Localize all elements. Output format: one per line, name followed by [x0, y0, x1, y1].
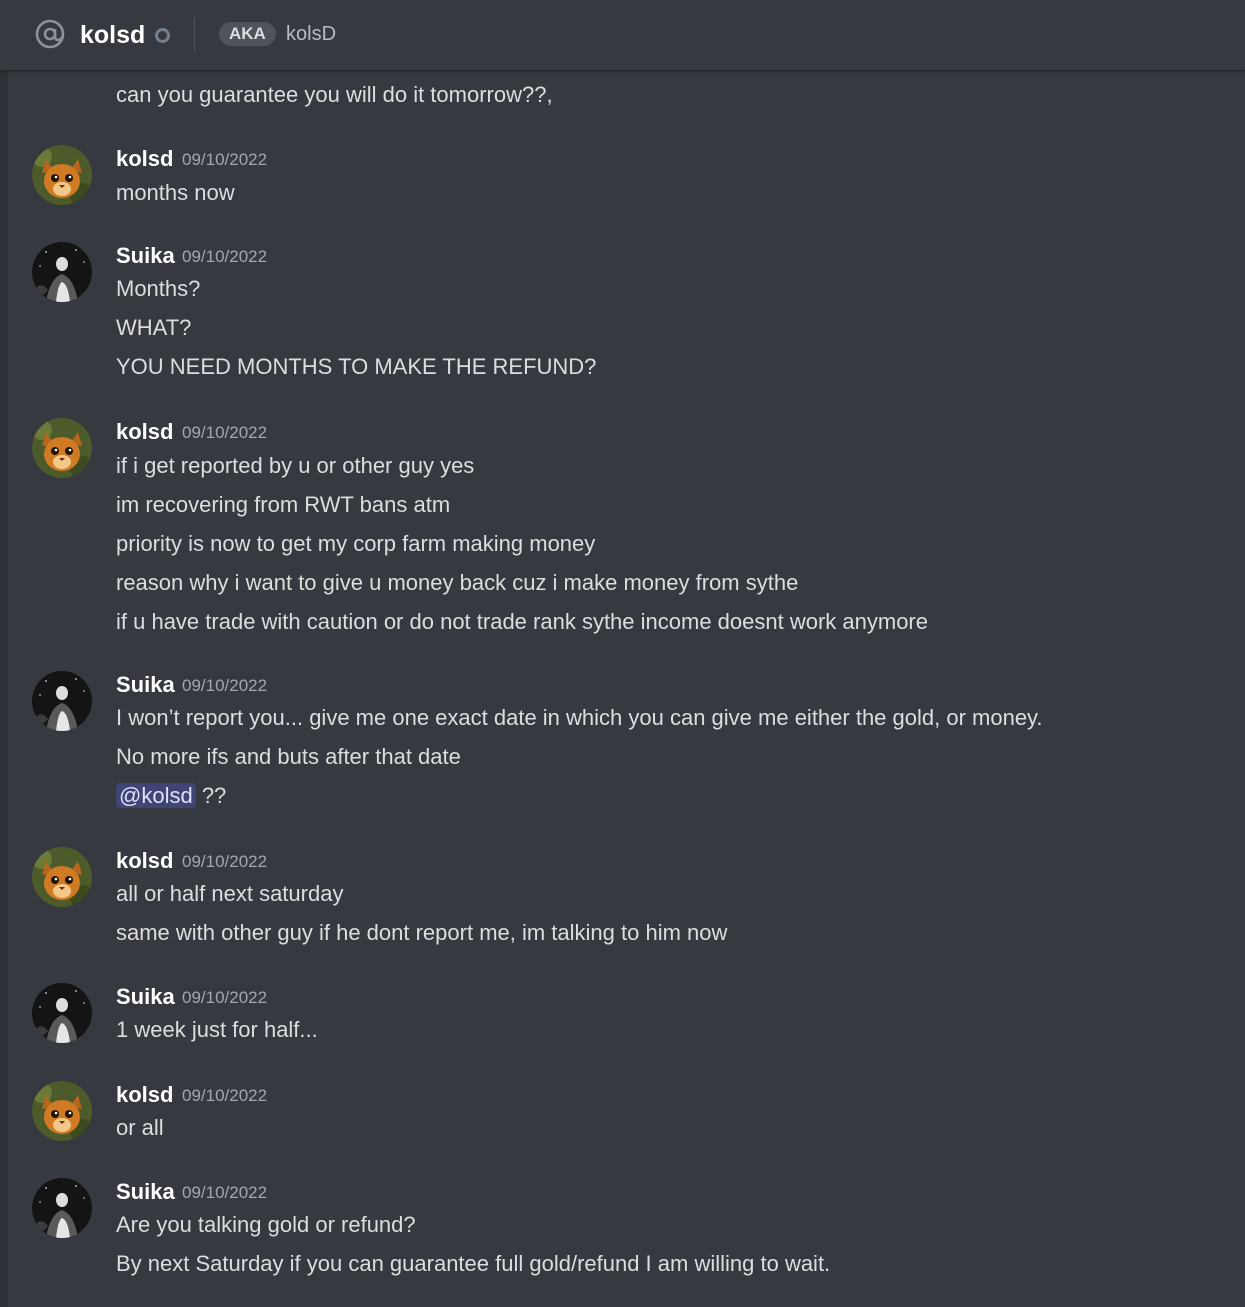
dm-header: kolsd AKA kolsD	[0, 0, 1245, 71]
person-avatar-icon	[32, 671, 92, 731]
cat-avatar-icon	[32, 1081, 92, 1141]
message-line: WHAT?	[116, 315, 192, 340]
message-author[interactable]: Suika	[116, 1178, 175, 1206]
mention-suffix-text: ??	[195, 783, 227, 808]
message-line: Months?	[116, 276, 201, 301]
message-line: By next Saturday if you can guarantee fu…	[116, 1251, 831, 1276]
message-line: or all	[116, 1115, 164, 1140]
message-line: No more ifs and buts after that date	[116, 744, 461, 769]
message-timestamp: 09/10/2022	[182, 247, 268, 266]
message-line: im recovering from RWT bans atm	[116, 492, 451, 517]
message-line: Are you talking gold or refund?	[116, 1212, 416, 1237]
header-divider	[194, 17, 195, 51]
offline-status-icon	[155, 28, 170, 43]
message-line: I won’t report you... give me one exact …	[116, 705, 1043, 730]
message-line: if i get reported by u or other guy yes	[116, 453, 475, 478]
message-line: reason why i want to give u money back c…	[116, 570, 799, 595]
dm-user-name[interactable]: kolsd	[80, 18, 145, 52]
avatar-suika[interactable]	[32, 242, 92, 302]
avatar-suika[interactable]	[32, 671, 92, 731]
message-line: months now	[116, 180, 235, 205]
message-author[interactable]: Suika	[116, 242, 175, 270]
avatar-kolsd[interactable]	[32, 1081, 92, 1141]
user-mention[interactable]: @kolsd	[116, 783, 196, 808]
aka-name: kolsD	[286, 23, 337, 45]
person-avatar-icon	[32, 242, 92, 302]
message-timestamp: 09/10/2022	[182, 988, 268, 1007]
message-timestamp: 09/10/2022	[182, 150, 268, 169]
cat-avatar-icon	[32, 145, 92, 205]
message-line: if u have trade with caution or do not t…	[116, 609, 928, 634]
dm-window: can you guarantee you will do it tomorro…	[0, 0, 1245, 1307]
message-author[interactable]: kolsd	[116, 847, 173, 875]
at-icon	[35, 19, 65, 49]
message-line: can you guarantee you will do it tomorro…	[116, 82, 553, 107]
message-author[interactable]: kolsd	[116, 418, 173, 446]
message-line: 1 week just for half...	[116, 1017, 318, 1042]
avatar-kolsd[interactable]	[32, 418, 92, 478]
message-line: all or half next saturday	[116, 881, 344, 906]
cat-avatar-icon	[32, 418, 92, 478]
message-timestamp: 09/10/2022	[182, 852, 268, 871]
message-line-mention: @kolsd ??	[116, 782, 226, 810]
message-timestamp: 09/10/2022	[182, 1183, 268, 1202]
message-line: same with other guy if he dont report me…	[116, 920, 728, 945]
message-author[interactable]: kolsd	[116, 145, 173, 173]
message-line: YOU NEED MONTHS TO MAKE THE REFUND?	[116, 354, 597, 379]
message-timestamp: 09/10/2022	[182, 423, 268, 442]
message-author[interactable]: kolsd	[116, 1081, 173, 1109]
person-avatar-icon	[32, 983, 92, 1043]
person-avatar-icon	[32, 1178, 92, 1238]
message-timestamp: 09/10/2022	[182, 676, 268, 695]
message-line: priority is now to get my corp farm maki…	[116, 531, 596, 556]
avatar-kolsd[interactable]	[32, 847, 92, 907]
cat-avatar-icon	[32, 847, 92, 907]
avatar-kolsd[interactable]	[32, 145, 92, 205]
aka-badge[interactable]: AKA	[219, 22, 276, 46]
message-author[interactable]: Suika	[116, 983, 175, 1011]
message-list[interactable]: can you guarantee you will do it tomorro…	[0, 0, 1245, 1307]
avatar-suika[interactable]	[32, 1178, 92, 1238]
avatar-suika[interactable]	[32, 983, 92, 1043]
message-author[interactable]: Suika	[116, 671, 175, 699]
message-timestamp: 09/10/2022	[182, 1086, 268, 1105]
